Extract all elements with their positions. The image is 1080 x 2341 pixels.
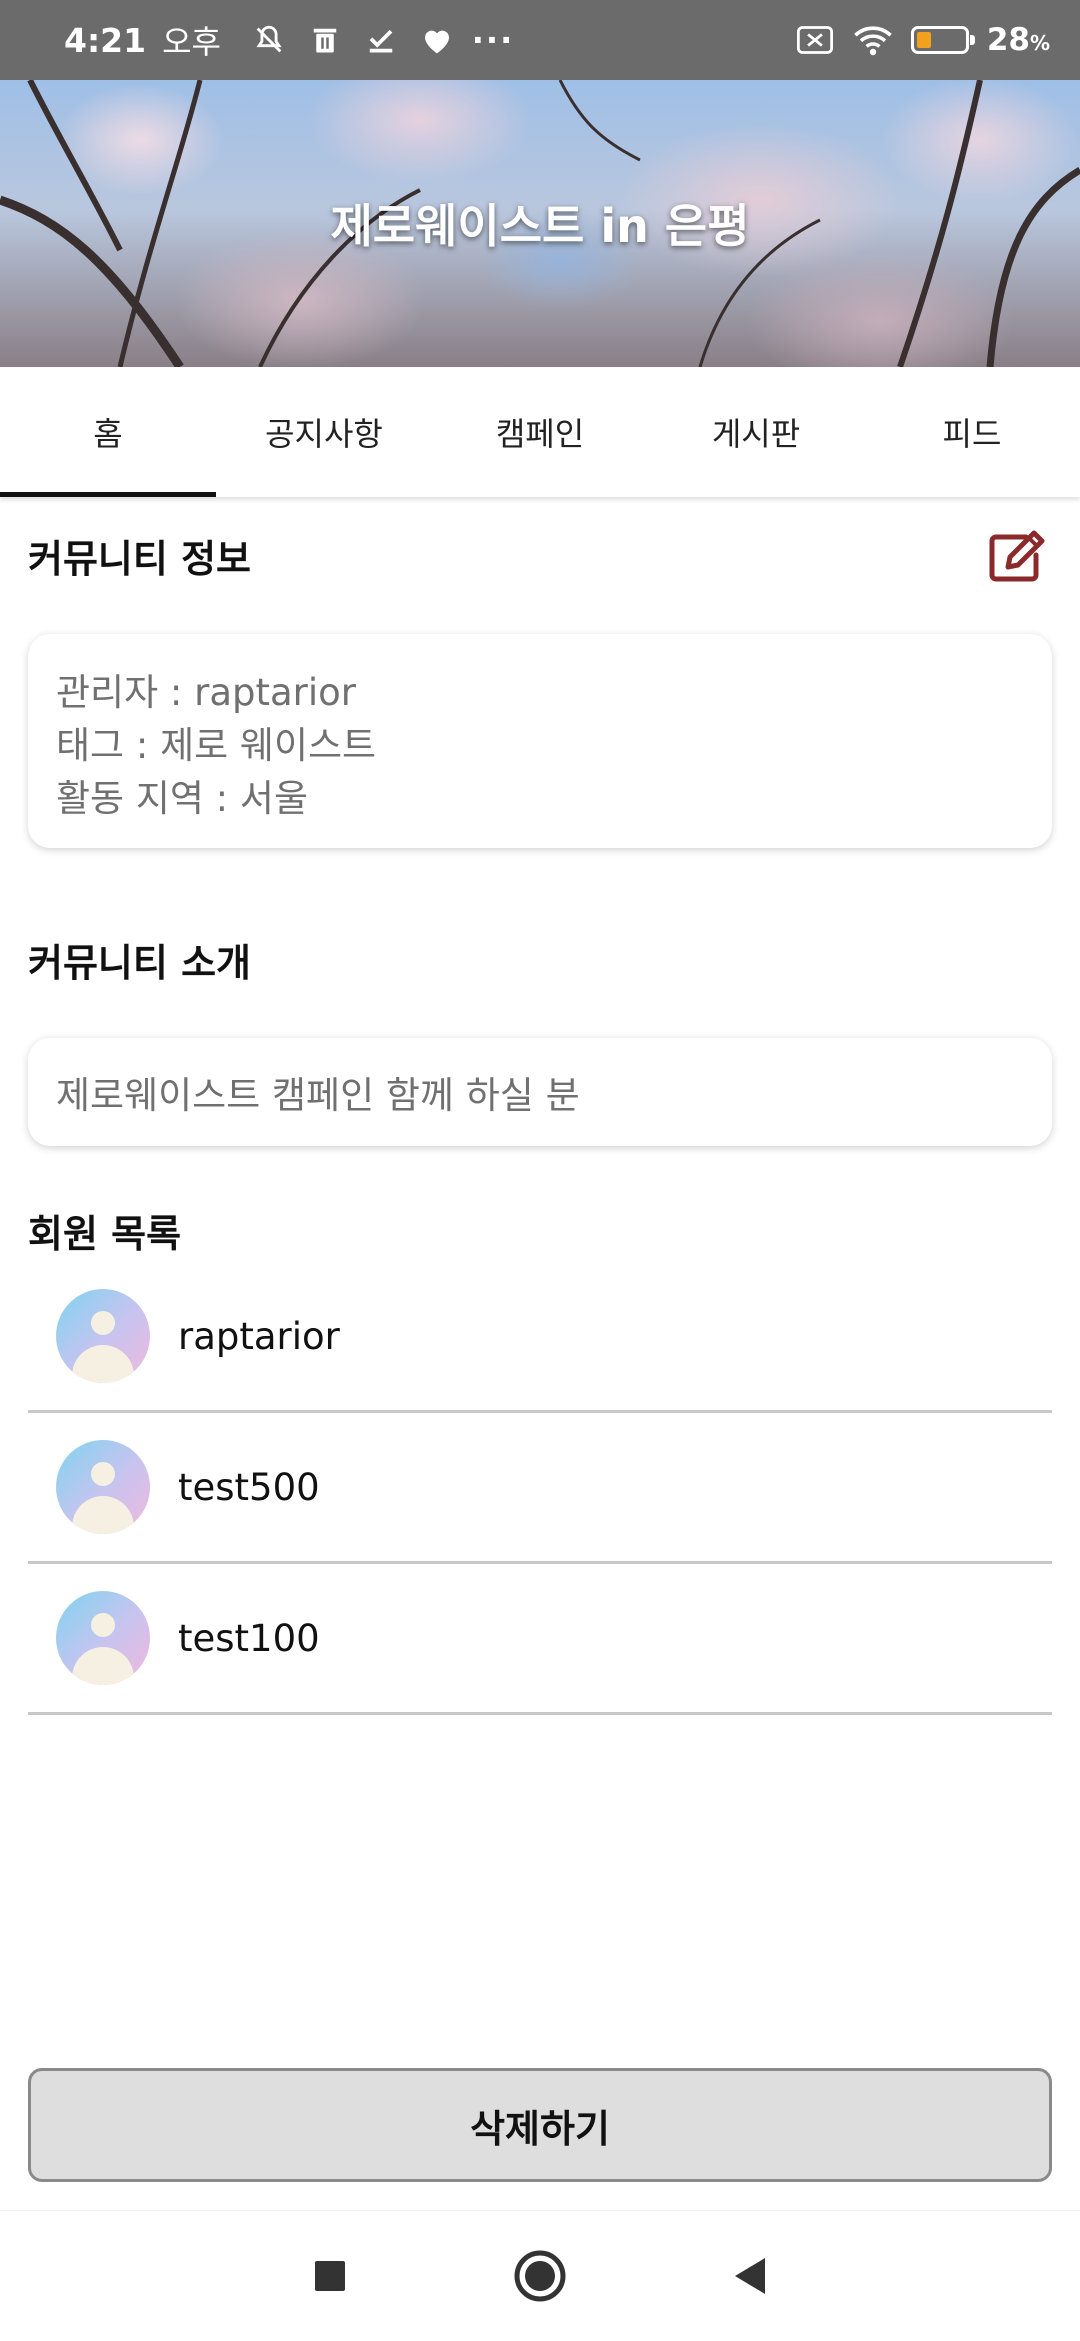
member-name: raptarior <box>178 1314 340 1358</box>
community-intro-heading: 커뮤니티 소개 <box>28 941 251 985</box>
circle-icon <box>514 2250 566 2302</box>
admin-line: 관리자 : raptarior <box>56 671 357 714</box>
community-intro-text: 제로웨이스트 캠페인 함께 하실 분 <box>56 1074 580 1117</box>
tag-line: 태그 : 제로 웨이스트 <box>56 724 377 767</box>
check-icon <box>361 20 401 60</box>
tab-notices[interactable]: 공지사항 <box>216 367 432 497</box>
avatar <box>56 1289 150 1383</box>
tab-feed[interactable]: 피드 <box>864 367 1080 497</box>
mute-icon <box>249 20 289 60</box>
home-button[interactable] <box>510 2246 570 2306</box>
status-right: 28% <box>795 20 1050 60</box>
trash-icon <box>305 20 345 60</box>
back-button[interactable] <box>720 2246 780 2306</box>
tab-campaign[interactable]: 캠페인 <box>432 367 648 497</box>
edit-icon <box>989 530 1045 582</box>
status-bar: 4:21 오후 ··· 28% <box>0 0 1080 80</box>
avatar <box>56 1440 150 1534</box>
member-row[interactable]: raptarior <box>28 1262 1052 1413</box>
more-icon: ··· <box>471 21 515 59</box>
tab-bar: 홈 공지사항 캠페인 게시판 피드 <box>0 367 1080 497</box>
delete-button[interactable]: 삭제하기 <box>28 2068 1052 2182</box>
region-line: 활동 지역 : 서울 <box>56 777 308 820</box>
community-info-heading: 커뮤니티 정보 <box>28 537 251 581</box>
status-ampm: 오후 <box>162 23 221 61</box>
member-row[interactable]: test100 <box>28 1564 1052 1715</box>
member-row[interactable]: test500 <box>28 1413 1052 1564</box>
member-list: raptarior test500 test100 <box>28 1262 1052 1715</box>
battery-icon <box>910 26 975 54</box>
heart-icon <box>417 20 457 60</box>
status-time: 4:21 <box>64 20 147 60</box>
community-title: 제로웨이스트 in 은평 <box>330 199 750 253</box>
member-name: test100 <box>178 1616 320 1660</box>
avatar <box>56 1591 150 1685</box>
back-triangle-icon <box>735 2258 765 2294</box>
sim-icon <box>795 20 835 60</box>
status-left: 4:21 오후 ··· <box>64 17 513 63</box>
system-nav-bar <box>0 2210 1080 2341</box>
recents-button[interactable] <box>300 2246 360 2306</box>
square-icon <box>315 2261 345 2291</box>
community-intro-card: 제로웨이스트 캠페인 함께 하실 분 <box>28 1038 1052 1146</box>
member-list-heading: 회원 목록 <box>28 1212 182 1256</box>
community-info-card: 관리자 : raptarior 태그 : 제로 웨이스트 활동 지역 : 서울 <box>28 634 1052 848</box>
tab-board[interactable]: 게시판 <box>648 367 864 497</box>
wifi-icon <box>853 20 893 60</box>
member-name: test500 <box>178 1465 320 1509</box>
tab-home[interactable]: 홈 <box>0 367 216 497</box>
edit-button[interactable] <box>985 524 1049 588</box>
battery-percent: 28% <box>986 22 1050 58</box>
community-banner: 제로웨이스트 in 은평 <box>0 80 1080 367</box>
